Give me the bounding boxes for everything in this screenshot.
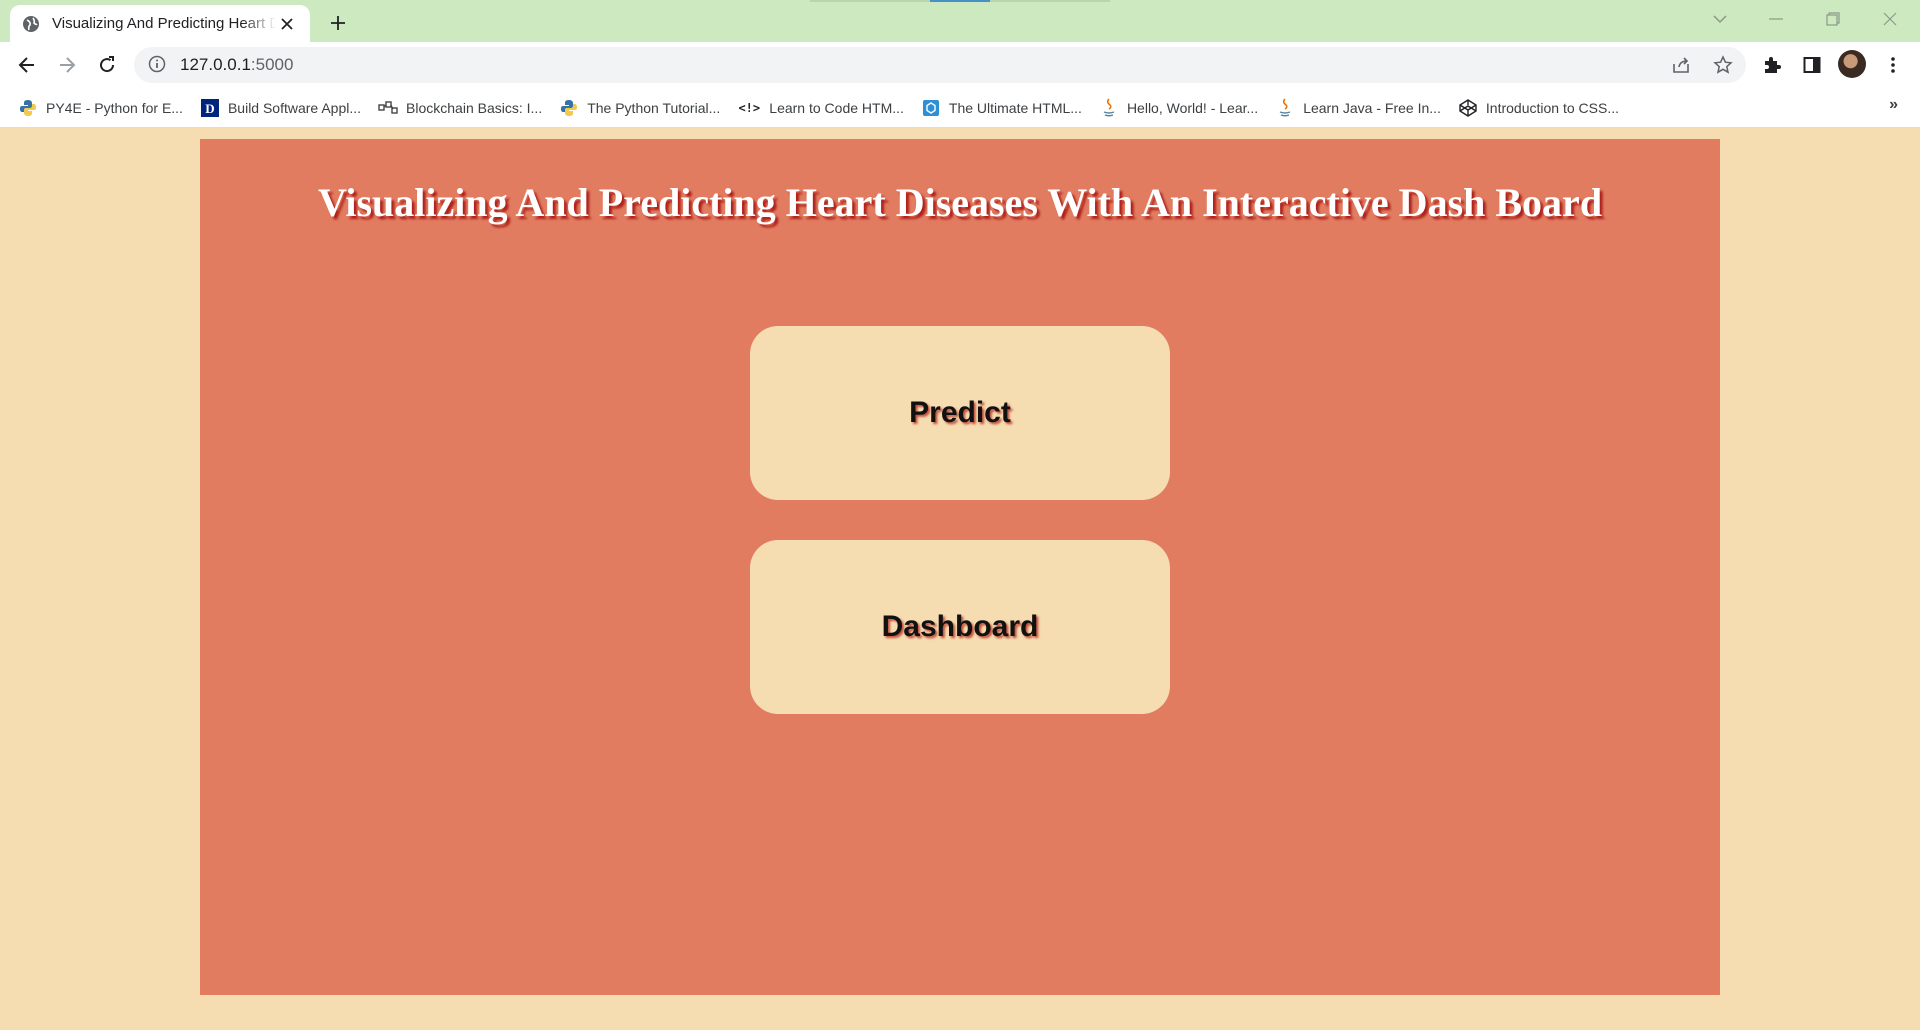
tab-strip-accent [930,0,990,2]
bookmark-label: Hello, World! - Lear... [1126,99,1259,116]
bookmark-item[interactable]: The Ultimate HTML... [919,93,1091,123]
predict-button-label: Predict [909,396,1011,429]
bookmark-label: Build Software Appl... [227,99,362,116]
bookmark-label: Learn Java - Free In... [1303,99,1441,116]
url-text: 127.0.0.1:5000 [180,55,293,75]
blockchain-icon [378,98,398,118]
close-icon[interactable] [276,13,298,35]
url-port: :5000 [250,55,294,74]
share-icon[interactable] [1668,51,1696,79]
predict-button[interactable]: Predict [750,326,1170,500]
duke-icon: D [200,98,220,118]
restore-icon[interactable] [1813,6,1853,32]
python-icon [559,98,579,118]
bookmark-item[interactable]: Hello, World! - Lear... [1097,93,1267,123]
html-icon [921,98,941,118]
tab-title: Visualizing And Predicting Heart Disease… [52,15,276,32]
python-icon [18,98,38,118]
code-icon: <!> [738,100,761,115]
tab-search-icon[interactable] [1700,6,1740,32]
reload-button[interactable] [92,50,122,80]
active-tab[interactable]: Visualizing And Predicting Heart Disease… [10,5,310,42]
bookmark-item[interactable]: Blockchain Basics: I... [376,93,551,123]
tab-strip: Visualizing And Predicting Heart Disease… [0,0,1920,42]
browser-toolbar: 127.0.0.1:5000 [0,42,1920,88]
java-icon [1275,97,1295,118]
bookmark-label: Learn to Code HTM... [769,99,904,116]
extensions-icon[interactable] [1757,50,1787,80]
globe-icon [22,15,40,33]
bookmark-item[interactable]: PY4E - Python for E... [16,93,192,123]
side-panel-icon[interactable] [1797,50,1827,80]
bookmark-star-icon[interactable] [1709,51,1737,79]
bookmark-item[interactable]: The Python Tutorial... [557,93,729,123]
address-bar[interactable]: 127.0.0.1:5000 [134,47,1746,83]
bookmark-label: PY4E - Python for E... [46,99,183,116]
bookmark-label: The Ultimate HTML... [948,99,1082,116]
page-title: Visualizing And Predicting Heart Disease… [317,180,1603,225]
tab-strip-highlight [990,0,1110,2]
tab-strip-highlight [810,0,930,2]
forward-button[interactable] [52,50,82,80]
bookmarks-bar: PY4E - Python for E... D Build Software … [0,88,1920,128]
url-host: 127.0.0.1 [180,55,251,74]
bookmark-item[interactable]: D Build Software Appl... [198,93,370,123]
bookmark-label: Blockchain Basics: I... [406,99,543,116]
codepen-icon [1458,98,1478,118]
bookmark-item[interactable]: Introduction to CSS... [1456,93,1628,123]
main-panel: Visualizing And Predicting Heart Disease… [200,139,1720,995]
menu-icon[interactable] [1878,50,1908,80]
java-icon [1099,97,1119,118]
bookmark-label: The Python Tutorial... [587,99,721,116]
bookmark-label: Introduction to CSS... [1485,99,1619,116]
dashboard-button[interactable]: Dashboard [750,540,1170,714]
bookmarks-overflow-button[interactable]: » [1889,96,1898,114]
svg-text:D: D [205,101,214,116]
new-tab-button[interactable] [324,9,352,37]
minimize-icon[interactable] [1756,6,1796,32]
dashboard-button-label: Dashboard [881,610,1039,643]
page-body: Visualizing And Predicting Heart Disease… [0,128,1920,1030]
avatar[interactable] [1838,50,1866,78]
site-info-icon[interactable] [148,55,168,75]
bookmark-item[interactable]: <!> Learn to Code HTM... [735,93,913,123]
close-window-icon[interactable] [1870,6,1910,32]
back-button[interactable] [12,50,42,80]
bookmark-item[interactable]: Learn Java - Free In... [1273,93,1450,123]
